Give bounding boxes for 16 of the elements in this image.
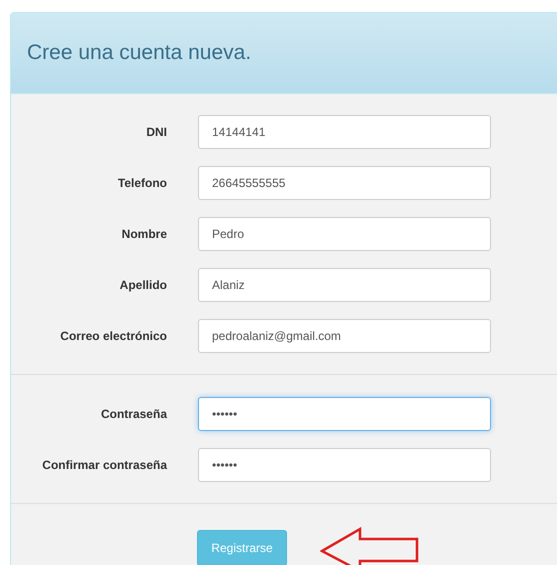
panel-title: Cree una cuenta nueva. [27, 41, 252, 65]
arrow-icon [320, 526, 418, 565]
input-field[interactable]: •••••• [198, 397, 491, 431]
input-field[interactable]: pedroalaniz@gmail.com [198, 319, 491, 353]
field-label: Telefono [116, 176, 167, 190]
field-label: Correo electrónico [59, 329, 167, 343]
field-label: DNI [145, 125, 167, 139]
field-label: Apellido [118, 278, 167, 292]
input-field[interactable]: Alaniz [198, 268, 491, 302]
field-label: Nombre [120, 227, 167, 241]
input-field[interactable]: 14144141 [198, 115, 491, 149]
input-field[interactable]: 26645555555 [198, 166, 491, 200]
field-label: Contraseña [100, 407, 167, 421]
input-field[interactable]: Pedro [198, 217, 491, 251]
input-field[interactable]: •••••• [198, 448, 491, 482]
field-label: Confirmar contraseña [41, 458, 167, 472]
